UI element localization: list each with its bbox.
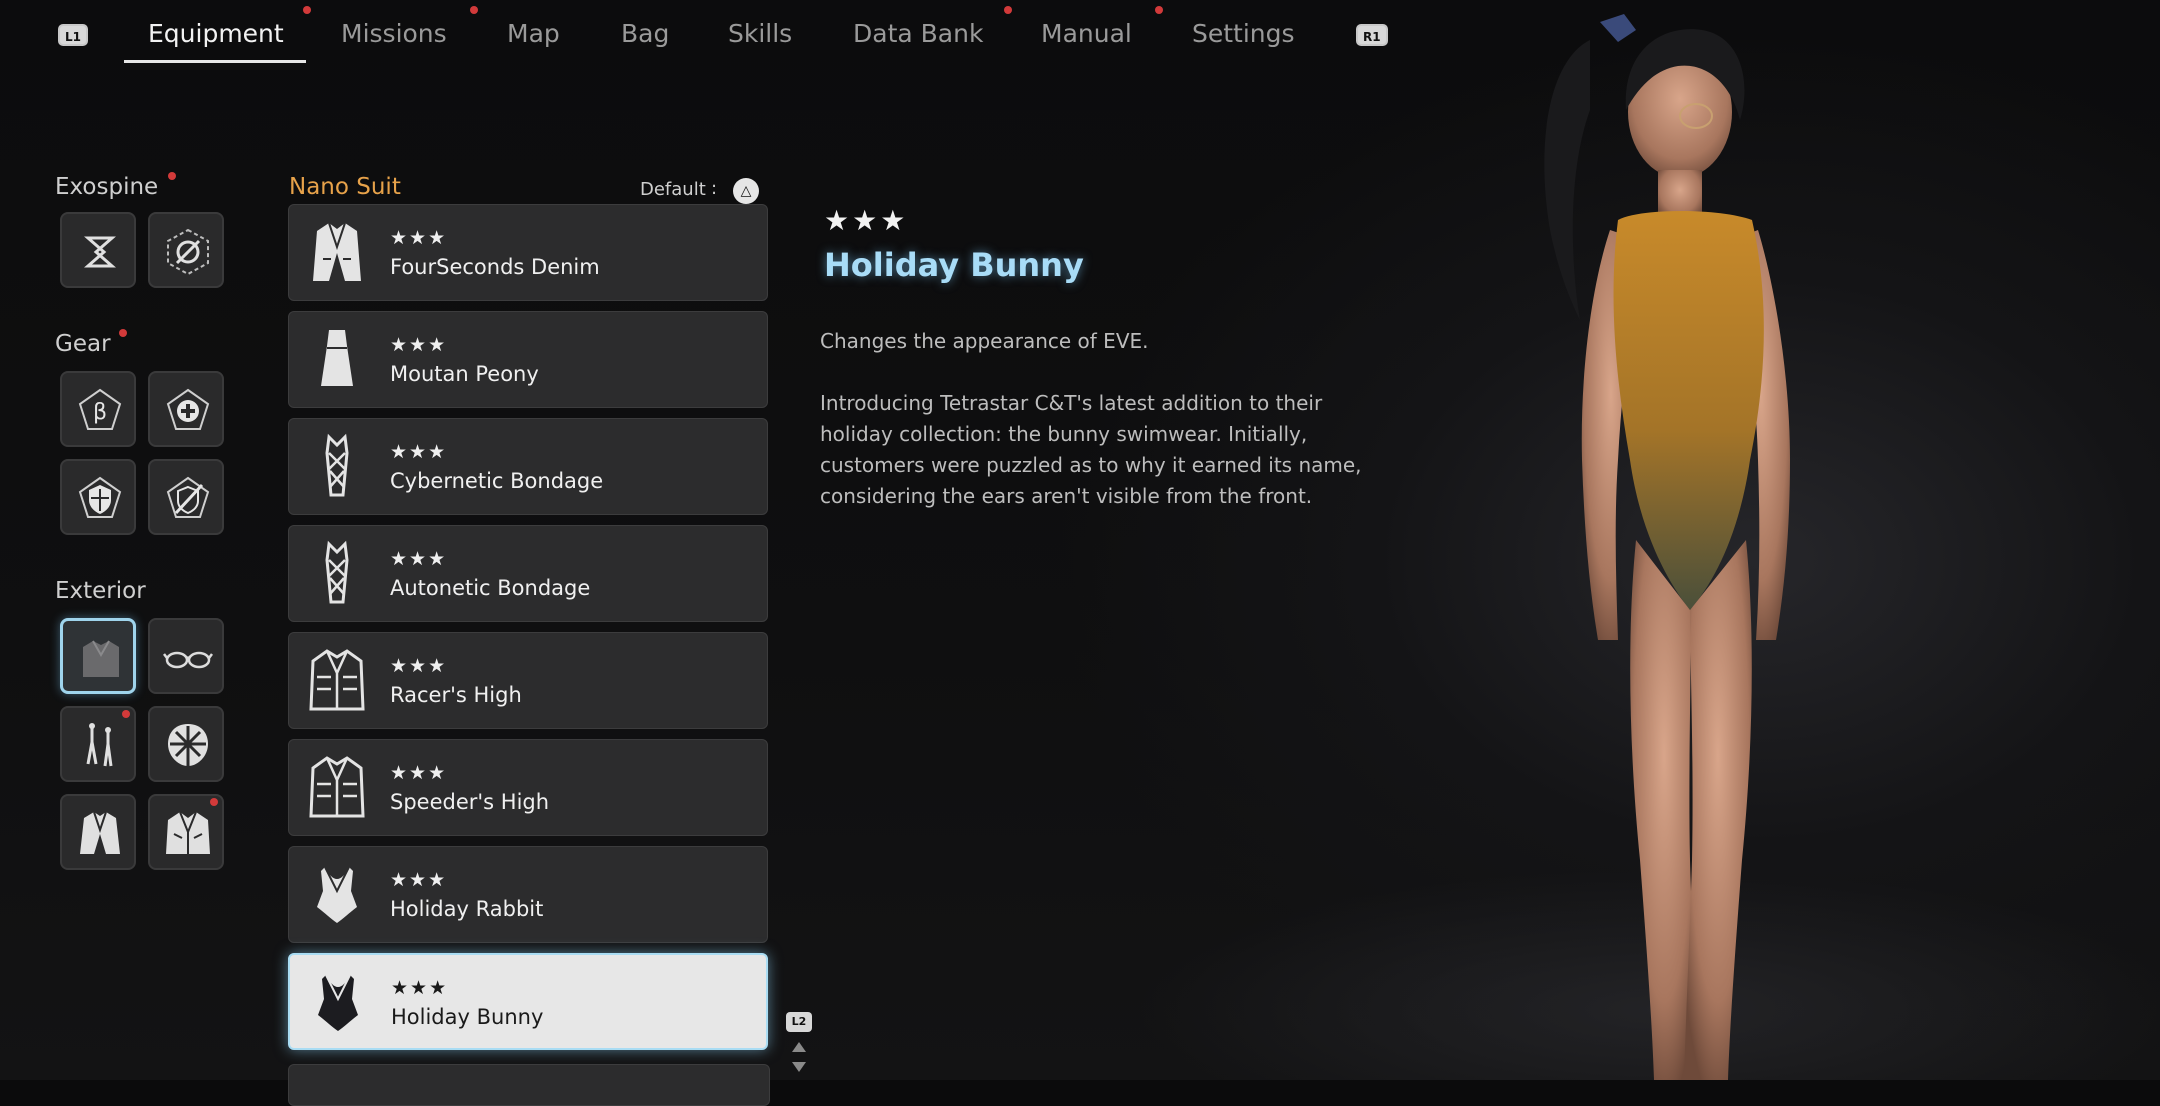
coat-icon xyxy=(166,811,210,854)
default-label: Default xyxy=(640,179,706,200)
jacket-icon xyxy=(80,811,120,854)
notify-dot xyxy=(1155,6,1163,14)
notify-dot xyxy=(119,329,127,337)
hair-icon xyxy=(168,724,208,766)
slot-exterior-suit[interactable] xyxy=(60,618,136,694)
earrings-icon xyxy=(86,723,113,767)
slot-gear-4[interactable] xyxy=(148,459,224,535)
gear-sword-icon xyxy=(166,476,210,518)
notify-dot xyxy=(168,172,176,180)
l1-button[interactable]: L1 xyxy=(58,24,88,46)
default-separator: : xyxy=(711,178,718,199)
suit-name: Holiday Bunny xyxy=(391,1005,544,1029)
triangle-button[interactable]: △ xyxy=(733,178,759,204)
glasses-icon xyxy=(163,651,213,669)
detail-rarity-stars: ★★★ xyxy=(824,204,909,237)
l2-button[interactable]: L2 xyxy=(786,1012,812,1032)
scroll-arrows-icon[interactable] xyxy=(790,1040,808,1074)
category-label-gear: Gear xyxy=(55,331,111,357)
suit-name: Moutan Peony xyxy=(390,362,539,386)
bodysuit-icon xyxy=(325,540,349,604)
rarity-stars: ★★★ xyxy=(390,869,448,891)
suit-card[interactable]: ★★★ Holiday Rabbit xyxy=(288,846,768,943)
bodysuit-icon xyxy=(325,433,349,497)
svg-text:β: β xyxy=(93,400,107,425)
swimsuit-icon xyxy=(317,866,357,923)
notify-dot xyxy=(470,6,478,14)
suit-name: Holiday Rabbit xyxy=(390,897,544,921)
tab-skills[interactable]: Skills xyxy=(728,14,792,54)
notify-dot xyxy=(1004,6,1012,14)
rarity-stars: ★★★ xyxy=(390,655,448,677)
category-label-exospine: Exospine xyxy=(55,174,159,200)
tab-map[interactable]: Map xyxy=(507,14,560,54)
tab-data-bank[interactable]: Data Bank xyxy=(853,14,983,54)
suit-card[interactable]: ★★★ FourSeconds Denim xyxy=(288,204,768,301)
suit-card[interactable]: ★★★ Autonetic Bondage xyxy=(288,525,768,622)
list-title: Nano Suit xyxy=(289,174,401,200)
gear-beta-icon: β xyxy=(78,388,122,430)
detail-description: Changes the appearance of EVE. Introduci… xyxy=(820,329,1362,508)
tab-settings[interactable]: Settings xyxy=(1192,14,1295,54)
suit-name: Speeder's High xyxy=(390,790,550,814)
suit-card[interactable]: ★★★ Cybernetic Bondage xyxy=(288,418,768,515)
notify-dot xyxy=(303,6,311,14)
rarity-stars: ★★★ xyxy=(390,334,448,356)
rarity-stars: ★★★ xyxy=(390,441,448,463)
active-tab-underline xyxy=(124,60,306,63)
tab-bag[interactable]: Bag xyxy=(621,14,669,54)
suit-card[interactable]: ★★★ Racer's High xyxy=(288,632,768,729)
rarity-stars: ★★★ xyxy=(390,548,448,570)
slot-gear-2[interactable] xyxy=(148,371,224,447)
suit-name: Racer's High xyxy=(390,683,522,707)
r1-button[interactable]: R1 xyxy=(1356,24,1388,46)
swimsuit-icon xyxy=(318,974,358,1031)
suit-name: Cybernetic Bondage xyxy=(390,469,604,493)
suit-icon xyxy=(83,640,119,677)
tab-missions[interactable]: Missions xyxy=(341,14,447,54)
dress-icon xyxy=(321,330,353,386)
detail-title: Holiday Bunny xyxy=(824,246,1084,284)
suit-name: FourSeconds Denim xyxy=(390,255,600,279)
slot-exterior-glasses[interactable] xyxy=(148,618,224,694)
slot-exterior-hair[interactable] xyxy=(148,706,224,782)
slot-exterior-jacket[interactable] xyxy=(60,794,136,870)
category-label-exterior: Exterior xyxy=(55,578,146,604)
suit-name: Autonetic Bondage xyxy=(390,576,591,600)
racer-jacket-icon xyxy=(309,649,365,711)
gear-shield-icon xyxy=(78,476,122,518)
slot-exospine-2[interactable] xyxy=(148,212,224,288)
slot-gear-1[interactable]: β xyxy=(60,371,136,447)
notify-dot xyxy=(210,798,218,806)
rarity-stars: ★★★ xyxy=(390,762,448,784)
tab-manual[interactable]: Manual xyxy=(1041,14,1132,54)
character-model xyxy=(1544,14,1790,1080)
gear-plus-icon xyxy=(166,388,210,430)
top-nav: L1 Equipment Missions Map Bag Skills Dat… xyxy=(0,0,1420,70)
suit-card-selected[interactable]: ★★★ Holiday Bunny xyxy=(288,953,768,1050)
exospine-b-icon xyxy=(167,228,209,276)
slot-exospine-1[interactable] xyxy=(60,212,136,288)
rarity-stars: ★★★ xyxy=(390,227,448,249)
notify-dot xyxy=(122,710,130,718)
suit-card-partial[interactable] xyxy=(288,1064,770,1106)
tab-equipment[interactable]: Equipment xyxy=(148,14,284,54)
exospine-a-icon xyxy=(84,236,116,268)
jacket-icon xyxy=(313,222,361,281)
suit-card[interactable]: ★★★ Moutan Peony xyxy=(288,311,768,408)
rarity-stars: ★★★ xyxy=(391,977,449,999)
suit-card[interactable]: ★★★ Speeder's High xyxy=(288,739,768,836)
slot-gear-3[interactable] xyxy=(60,459,136,535)
racer-jacket-icon xyxy=(309,756,365,818)
